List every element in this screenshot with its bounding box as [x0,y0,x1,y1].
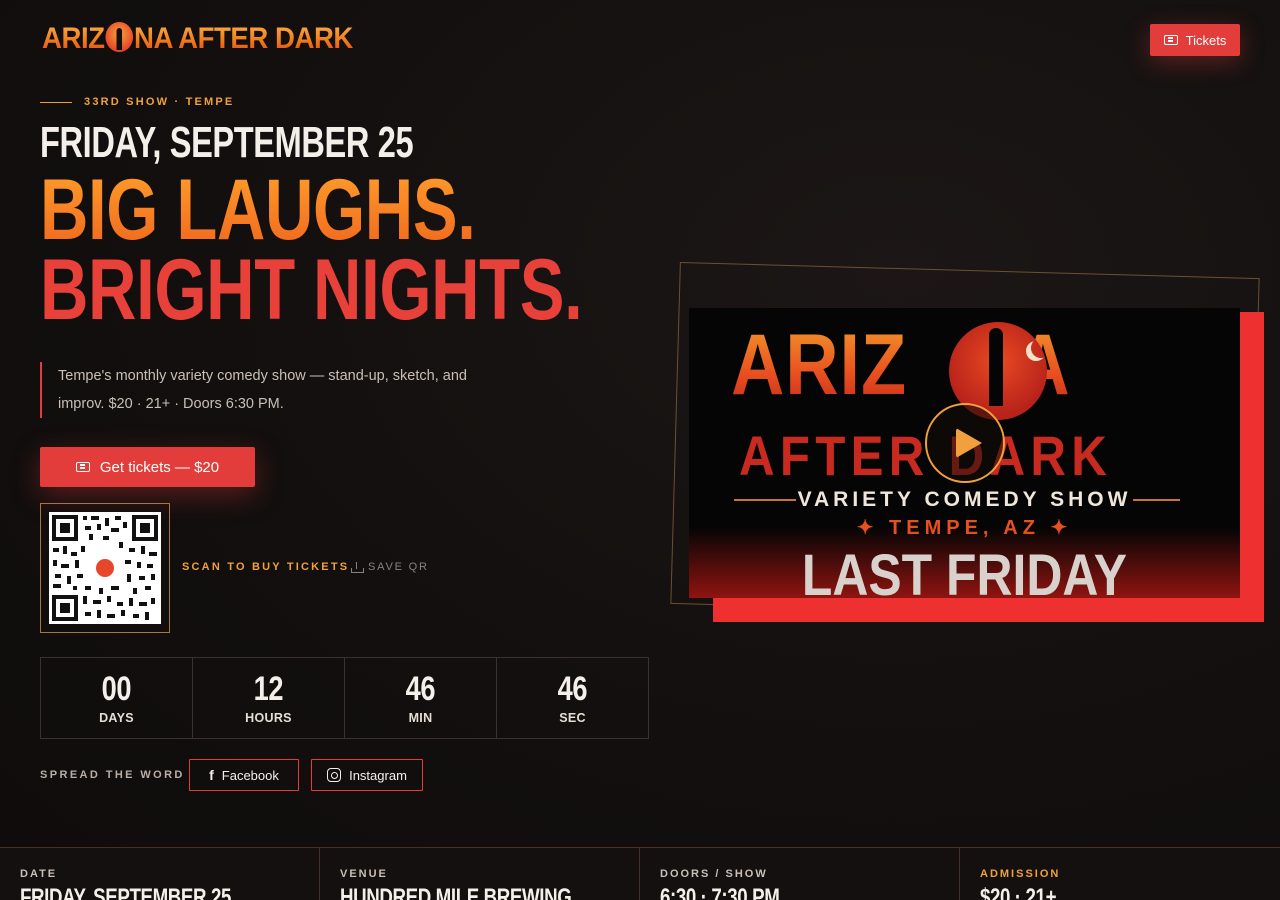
info-value: $20 · 21+ [980,884,1057,900]
info-value: FRIDAY, SEPTEMBER 25 [20,884,232,900]
qr-label: SCAN TO BUY TICKETS [182,561,350,573]
countdown-value: 00 [101,670,132,708]
hero-tagline: Tempe's monthly variety comedy show — st… [40,362,500,418]
event-date-heading: FRIDAY, SEPTEMBER 25 [40,118,414,167]
save-qr-button[interactable]: SAVE QR [351,561,429,573]
info-value: HUNDRED MILE BREWING [340,884,572,900]
countdown-value: 46 [557,670,588,708]
video-last-friday-text: LAST FRIDAY [801,543,1128,598]
eyebrow-rule [40,101,72,103]
countdown-hours: 12 HOURS [193,658,345,738]
play-button[interactable] [925,403,1005,483]
facebook-icon: f [209,767,214,783]
eyebrow-text: 33RD SHOW · TEMPE [84,96,235,108]
qr-code-frame[interactable] [40,503,170,633]
headline-line-2: BRIGHT NIGHTS. [40,242,583,338]
header-tickets-label: Tickets [1185,32,1227,48]
countdown-label: SEC [559,711,586,725]
promo-video[interactable]: ARIZNA AFTER DARK VARIETY COMEDY SHOW ✦ … [689,308,1240,598]
play-icon [956,428,982,458]
countdown-timer: 00 DAYS 12 HOURS 46 MIN 46 SEC [40,657,649,739]
countdown-seconds: 46 SEC [497,658,648,738]
instagram-share-button[interactable]: Instagram [311,759,423,791]
info-label: DOORS / SHOW [660,868,768,880]
info-venue: VENUE HUNDRED MILE BREWING [320,848,640,900]
download-icon [351,561,364,573]
countdown-days: 00 DAYS [41,658,193,738]
qr-logo-icon [93,556,117,580]
info-label: DATE [20,868,58,880]
info-admission: ADMISSION $20 · 21+ [960,848,1280,900]
countdown-label: HOURS [245,711,292,725]
save-qr-label: SAVE QR [368,561,429,573]
get-tickets-label: Get tickets — $20 [99,458,220,476]
get-tickets-button[interactable]: Get tickets — $20 [40,447,255,487]
countdown-value: 12 [253,670,284,708]
qr-code [49,512,161,624]
moon-icon [1031,338,1051,358]
event-info-bar: DATE FRIDAY, SEPTEMBER 25 VENUE HUNDRED … [0,847,1280,900]
video-location-text: ✦ TEMPE, AZ ✦ [856,517,1073,539]
header-tickets-button[interactable]: Tickets [1150,24,1240,56]
ticket-icon [1163,35,1178,45]
spread-the-word-label: SPREAD THE WORD [40,769,185,781]
info-label: ADMISSION [980,868,1061,880]
logo[interactable]: ARIZ NA AFTER DARK [42,18,380,60]
countdown-minutes: 46 MIN [345,658,497,738]
info-value: 6:30 · 7:30 PM [660,884,780,900]
instagram-icon [327,768,342,782]
info-doors-show: DOORS / SHOW 6:30 · 7:30 PM [640,848,960,900]
hero-headline: BIG LAUGHS. BRIGHT NIGHTS. [40,167,583,338]
info-date: DATE FRIDAY, SEPTEMBER 25 [0,848,320,900]
countdown-value: 46 [405,670,436,708]
sun-cactus-icon [105,22,134,53]
logo-wordmark: ARIZ NA AFTER DARK [42,22,353,55]
video-variety-text: VARIETY COMEDY SHOW [797,488,1132,511]
countdown-label: DAYS [99,711,134,725]
ticket-icon [75,462,90,472]
headline-line-1: BIG LAUGHS. [40,167,582,253]
facebook-share-button[interactable]: f Facebook [189,759,299,791]
facebook-label: Facebook [221,767,279,783]
instagram-label: Instagram [349,767,407,783]
info-label: VENUE [340,868,388,880]
cactus-icon [989,328,1003,406]
eyebrow: 33RD SHOW · TEMPE [40,96,234,108]
countdown-label: MIN [408,711,433,725]
